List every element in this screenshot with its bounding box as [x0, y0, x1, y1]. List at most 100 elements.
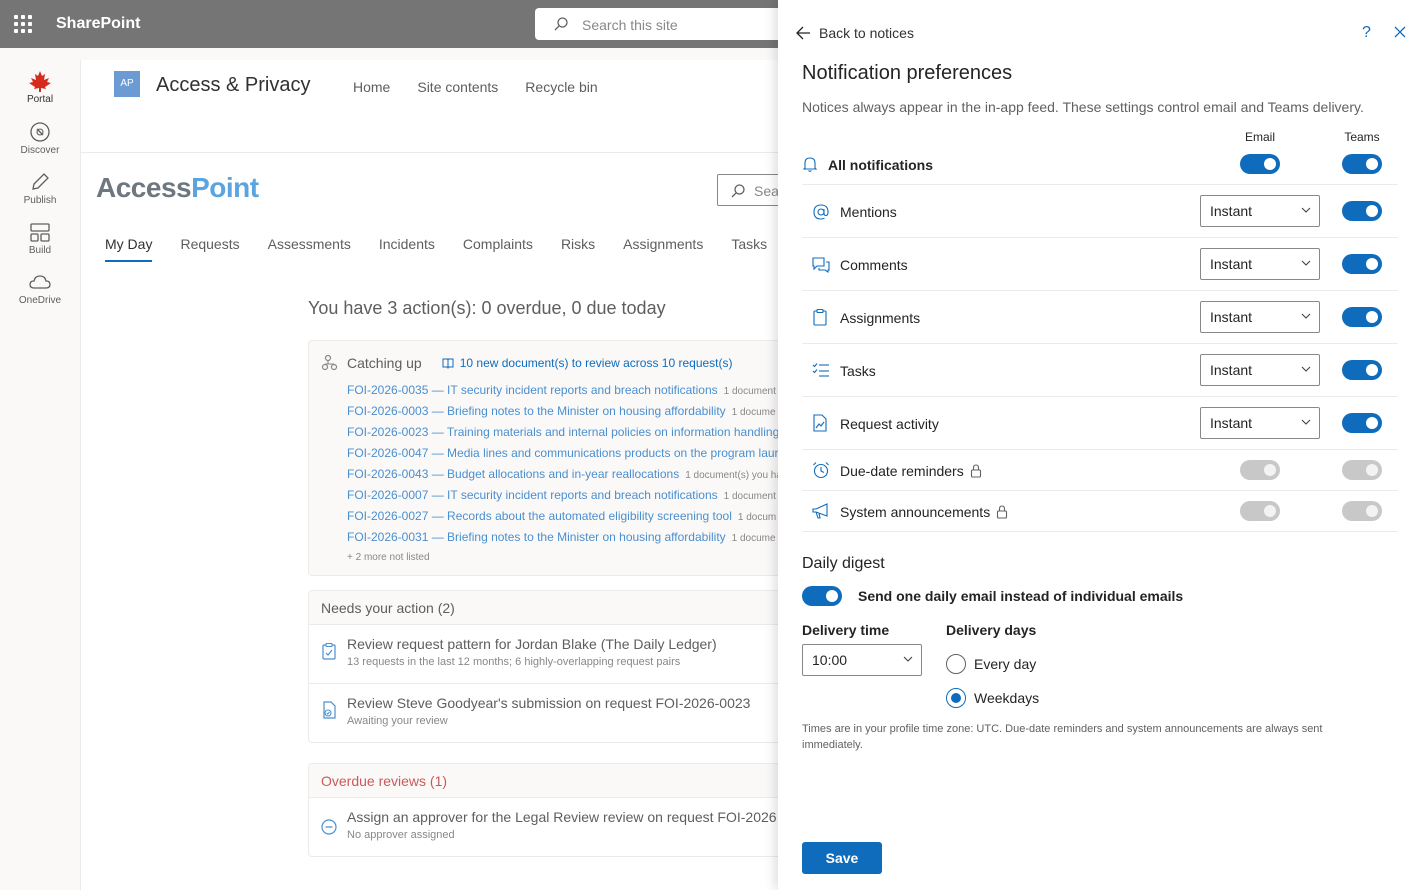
save-button[interactable]: Save — [802, 842, 882, 874]
comments-teams-toggle[interactable] — [1342, 254, 1382, 274]
document-review-icon — [323, 701, 336, 719]
request-link[interactable]: FOI-2026-0031 — Briefing notes to the Mi… — [347, 530, 726, 544]
tab-requests[interactable]: Requests — [180, 236, 239, 262]
request-link[interactable]: FOI-2026-0027 — Records about the automa… — [347, 509, 732, 523]
request-activity-email-frequency-select[interactable]: Instant — [1200, 407, 1320, 439]
radio-weekdays[interactable]: Weekdays — [946, 688, 1039, 708]
tasks-label: Tasks — [840, 363, 876, 379]
action-title[interactable]: Assign an approver for the Legal Review … — [347, 809, 777, 825]
action-subtitle: No approver assigned — [347, 829, 455, 841]
nav-home[interactable]: Home — [353, 79, 390, 95]
chevron-down-icon — [1301, 313, 1311, 319]
lock-icon — [997, 505, 1008, 519]
nav-recycle-bin[interactable]: Recycle bin — [525, 79, 597, 95]
list-item[interactable]: FOI-2026-0003 — Briefing notes to the Mi… — [347, 404, 785, 425]
tab-my-day[interactable]: My Day — [105, 236, 153, 262]
assignments-email-frequency-select[interactable]: Instant — [1200, 301, 1320, 333]
rail-item-build[interactable]: Build — [0, 221, 80, 256]
system-announcements-text: System announcements — [840, 504, 991, 520]
sharepoint-title[interactable]: SharePoint — [56, 15, 140, 33]
tab-assignments[interactable]: Assignments — [623, 236, 703, 262]
request-link[interactable]: FOI-2026-0035 — IT security incident rep… — [347, 383, 718, 397]
site-search-input[interactable]: Search this site — [535, 8, 795, 40]
radio-button[interactable] — [946, 654, 966, 674]
select-value: Instant — [1210, 362, 1253, 378]
all-notifications-label: All notifications — [828, 157, 933, 173]
pref-row-request-activity: Request activity Instant — [802, 397, 1398, 450]
request-link[interactable]: FOI-2026-0007 — IT security incident rep… — [347, 488, 718, 502]
all-teams-toggle[interactable] — [1342, 154, 1382, 174]
list-item[interactable]: FOI-2026-0027 — Records about the automa… — [347, 509, 785, 530]
tab-assessments[interactable]: Assessments — [268, 236, 351, 262]
rail-item-onedrive[interactable]: OneDrive — [0, 271, 80, 306]
site-logo[interactable]: AP — [114, 71, 140, 97]
radio-every-day[interactable]: Every day — [946, 654, 1036, 674]
tab-incidents[interactable]: Incidents — [379, 236, 435, 262]
help-icon[interactable]: ? — [1362, 24, 1371, 42]
daily-digest-toggle[interactable] — [802, 586, 842, 606]
delivery-time-select[interactable]: 10:00 — [802, 644, 922, 676]
list-item[interactable]: FOI-2026-0047 — Media lines and communic… — [347, 446, 785, 467]
mentions-email-frequency-select[interactable]: Instant — [1200, 195, 1320, 227]
radio-button[interactable] — [946, 688, 966, 708]
mentions-teams-toggle[interactable] — [1342, 201, 1382, 221]
action-item[interactable]: Review Steve Goodyear's submission on re… — [309, 685, 807, 742]
request-link[interactable]: FOI-2026-0003 — Briefing notes to the Mi… — [347, 404, 726, 418]
document-count: 1 document(s) you ha — [685, 470, 782, 481]
panel-description: Notices always appear in the in-app feed… — [802, 99, 1364, 115]
site-header: AP Access & Privacy Home Site contents R… — [81, 60, 801, 153]
request-link[interactable]: FOI-2026-0047 — Media lines and communic… — [347, 446, 779, 460]
tab-risks[interactable]: Risks — [561, 236, 595, 262]
nav-site-contents[interactable]: Site contents — [417, 79, 498, 95]
chevron-down-icon — [1301, 419, 1311, 425]
assignments-teams-toggle[interactable] — [1342, 307, 1382, 327]
system-announcements-teams-toggle — [1342, 501, 1382, 521]
request-link[interactable]: FOI-2026-0023 — Training materials and i… — [347, 425, 779, 439]
rail-item-publish[interactable]: Publish — [0, 171, 80, 206]
needs-action-card: Needs your action (2) Review request pat… — [308, 590, 808, 743]
action-title[interactable]: Review request pattern for Jordan Blake … — [347, 636, 717, 652]
search-placeholder: Search this site — [582, 17, 678, 33]
daily-digest-title: Daily digest — [802, 555, 885, 572]
pref-row-due-date-reminders: Due-date reminders — [802, 450, 1398, 491]
tab-tasks[interactable]: Tasks — [731, 236, 767, 262]
comments-email-frequency-select[interactable]: Instant — [1200, 248, 1320, 280]
rail-label: Portal — [26, 94, 54, 105]
clipboard-check-icon — [322, 642, 336, 660]
list-item[interactable]: FOI-2026-0035 — IT security incident rep… — [347, 383, 785, 404]
action-item[interactable]: Assign an approver for the Legal Review … — [309, 799, 807, 856]
rail-item-discover[interactable]: Discover — [0, 121, 80, 156]
rail-item-portal[interactable]: Portal — [0, 70, 80, 105]
action-title[interactable]: Review Steve Goodyear's submission on re… — [347, 695, 750, 711]
compass-icon — [30, 122, 50, 142]
pref-row-tasks: Tasks Instant — [802, 344, 1398, 397]
site-name[interactable]: Access & Privacy — [156, 74, 310, 97]
lock-icon — [970, 464, 981, 478]
system-announcements-email-toggle — [1240, 501, 1280, 521]
chevron-down-icon — [1301, 260, 1311, 266]
list-item[interactable]: FOI-2026-0043 — Budget allocations and i… — [347, 467, 785, 488]
catching-up-icon — [321, 354, 338, 371]
tab-complaints[interactable]: Complaints — [463, 236, 533, 262]
tasks-teams-toggle[interactable] — [1342, 360, 1382, 380]
list-item[interactable]: FOI-2026-0023 — Training materials and i… — [347, 425, 785, 446]
documents-to-review-link[interactable]: 10 new document(s) to review across 10 r… — [442, 356, 733, 370]
app-launcher-icon[interactable] — [14, 15, 32, 33]
request-activity-teams-toggle[interactable] — [1342, 413, 1382, 433]
action-item[interactable]: Review request pattern for Jordan Blake … — [309, 626, 807, 684]
back-to-notices-button[interactable]: Back to notices — [795, 25, 914, 41]
all-email-toggle[interactable] — [1240, 154, 1280, 174]
select-value: Instant — [1210, 415, 1253, 431]
overdue-reviews-title: Overdue reviews (1) — [309, 764, 807, 798]
teams-column-header: Teams — [1344, 130, 1380, 144]
alarm-icon — [813, 462, 829, 479]
bell-icon — [802, 157, 818, 172]
catching-up-title: Catching up — [347, 355, 422, 371]
select-value: 10:00 — [812, 652, 848, 668]
chevron-down-icon — [1301, 207, 1311, 213]
tasks-email-frequency-select[interactable]: Instant — [1200, 354, 1320, 386]
request-link[interactable]: FOI-2026-0043 — Budget allocations and i… — [347, 467, 679, 481]
list-item[interactable]: FOI-2026-0031 — Briefing notes to the Mi… — [347, 530, 785, 551]
list-item[interactable]: FOI-2026-0007 — IT security incident rep… — [347, 488, 785, 509]
close-icon[interactable] — [1394, 26, 1406, 38]
